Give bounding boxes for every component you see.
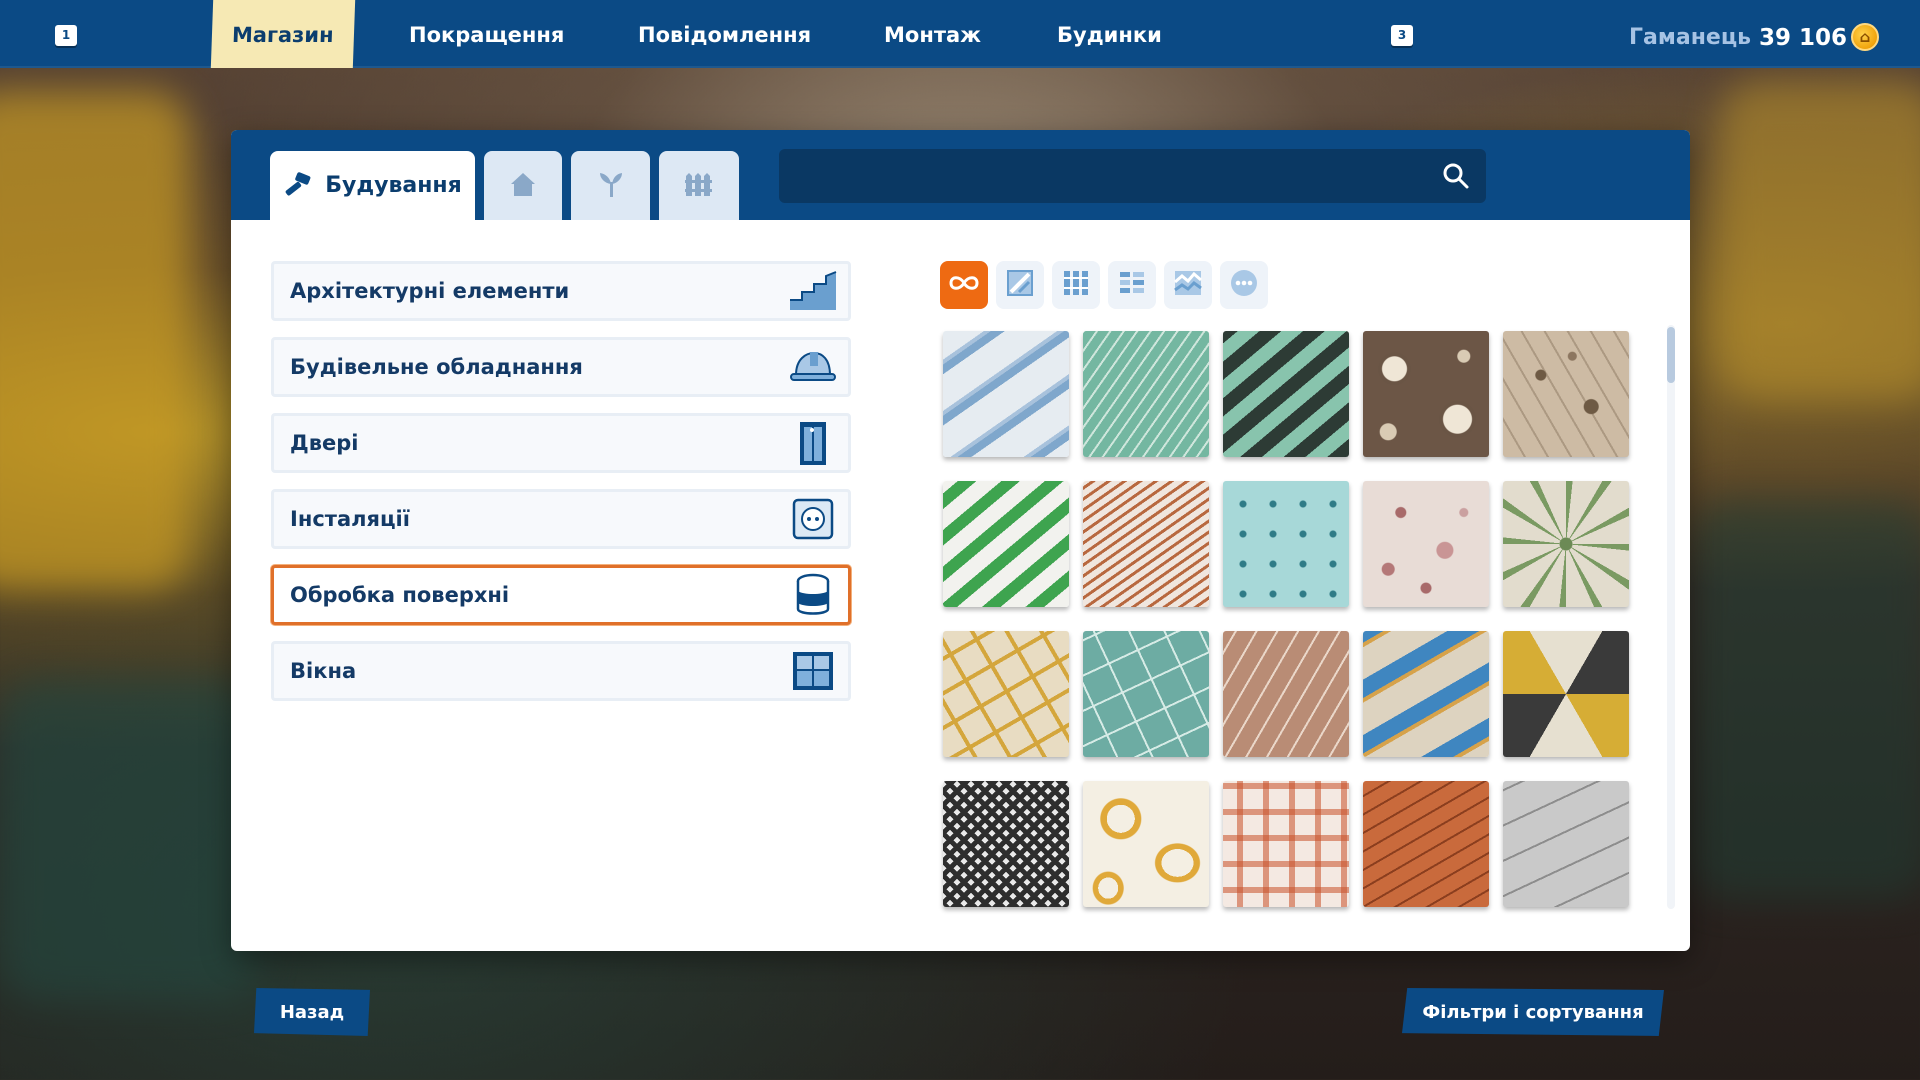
background-blur-left	[0, 90, 190, 590]
door-icon	[778, 416, 848, 470]
material-tile-terracotta-pinstripe[interactable]	[1223, 631, 1349, 757]
category-installations[interactable]: Інсталяції	[271, 489, 851, 549]
stairs-icon	[778, 264, 848, 318]
material-tile-brick-red[interactable]	[1363, 781, 1489, 907]
panel-header: Будування	[231, 130, 1690, 220]
socket-icon	[778, 492, 848, 546]
material-tile-yellow-black-hexagon[interactable]	[1503, 631, 1629, 757]
search-input[interactable]	[779, 149, 1419, 203]
wallet-value: 39 106	[1759, 25, 1848, 51]
window-icon	[778, 644, 848, 698]
tab-house[interactable]	[484, 151, 562, 220]
category-label: Вікна	[290, 659, 357, 683]
material-tile-beige-botanical[interactable]	[1503, 331, 1629, 457]
hardhat-icon	[778, 340, 848, 394]
filter-wallpaper[interactable]	[1052, 261, 1100, 309]
category-label: Обробка поверхні	[290, 583, 510, 607]
material-tile-green-white-stripes[interactable]	[943, 481, 1069, 607]
category-doors[interactable]: Двері	[271, 413, 851, 473]
back-button[interactable]: Назад	[254, 988, 370, 1036]
paint-bucket-icon	[778, 568, 848, 622]
filter-tiles[interactable]	[1108, 261, 1156, 309]
tiles-scrollbar-track[interactable]	[1667, 325, 1675, 909]
tab-garden[interactable]	[571, 151, 650, 220]
background-blur-bottom-left	[0, 680, 260, 1000]
filters-and-sorting-button[interactable]: Фільтри і сортування	[1402, 988, 1664, 1036]
material-tile-yellow-brush-strokes[interactable]	[1083, 781, 1209, 907]
wall-paint-icon	[1005, 268, 1035, 302]
material-tile-grey-stone-pavers[interactable]	[1503, 781, 1629, 907]
filter-all[interactable]	[940, 261, 988, 309]
search-icon[interactable]	[1442, 162, 1470, 194]
material-tile-teal-grid[interactable]	[1083, 631, 1209, 757]
wallpaper-icon	[1061, 268, 1091, 302]
plant-icon	[596, 169, 626, 203]
material-tile-blue-white-stripes[interactable]	[943, 331, 1069, 457]
category-label: Інсталяції	[290, 507, 410, 531]
infinity-icon	[948, 273, 980, 297]
nav-upgrades[interactable]: Покращення	[409, 0, 564, 68]
tab-fence[interactable]	[659, 151, 739, 220]
top-navigation-bar: 1 Магазин Покращення Повідомлення Монтаж…	[0, 0, 1920, 68]
search-box	[779, 149, 1486, 203]
fence-icon	[683, 170, 715, 202]
wallet-label: Гаманець	[1629, 25, 1752, 50]
material-tile-blue-waves[interactable]	[1363, 631, 1489, 757]
more-icon	[1229, 268, 1259, 302]
material-tile-green-black-diagonal[interactable]	[1223, 331, 1349, 457]
nav-shop[interactable]: Магазин	[210, 0, 355, 68]
prev-tab-key-hint: 1	[55, 25, 77, 46]
nav-messages[interactable]: Повідомлення	[638, 0, 811, 68]
material-tile-aqua-polka-dot[interactable]	[1223, 481, 1349, 607]
hammer-icon	[283, 171, 313, 201]
filter-floor[interactable]	[1164, 261, 1212, 309]
tiles-icon	[1117, 268, 1147, 302]
filter-wall-paint[interactable]	[996, 261, 1044, 309]
material-tile-orange-pinstripe[interactable]	[1083, 481, 1209, 607]
filter-more[interactable]	[1220, 261, 1268, 309]
nav-assembly[interactable]: Монтаж	[884, 0, 981, 68]
material-tile-brown-dahlia-floral[interactable]	[1363, 331, 1489, 457]
category-surface-finishing[interactable]: Обробка поверхні	[271, 565, 851, 625]
category-construction-equipment[interactable]: Будівельне обладнання	[271, 337, 851, 397]
material-tile-houndstooth[interactable]	[943, 781, 1069, 907]
category-label: Архітектурні елементи	[290, 279, 570, 303]
background-blur-right	[1720, 80, 1920, 400]
material-tile-cream-medallion[interactable]	[1503, 481, 1629, 607]
tab-building[interactable]: Будування	[270, 151, 475, 220]
shop-panel: Будування Архітектурні елементи Будівель…	[231, 130, 1690, 951]
material-tile-red-plaid[interactable]	[1223, 781, 1349, 907]
floor-icon	[1172, 268, 1204, 302]
category-architectural[interactable]: Архітектурні елементи	[271, 261, 851, 321]
tab-building-label: Будування	[325, 173, 462, 198]
category-label: Двері	[290, 431, 359, 455]
category-label: Будівельне обладнання	[290, 355, 583, 379]
background-blur-bottom-right	[1690, 500, 1920, 900]
material-tile-teal-herringbone[interactable]	[1083, 331, 1209, 457]
house-icon	[508, 170, 538, 202]
tiles-scrollbar-thumb[interactable]	[1667, 327, 1675, 383]
next-tab-key-hint: 3	[1391, 25, 1413, 46]
material-tile-pink-bubbles[interactable]	[1363, 481, 1489, 607]
coin-icon: ⌂	[1851, 23, 1879, 51]
category-windows[interactable]: Вікна	[271, 641, 851, 701]
material-tile-mustard-grid[interactable]	[943, 631, 1069, 757]
nav-houses[interactable]: Будинки	[1057, 0, 1162, 68]
